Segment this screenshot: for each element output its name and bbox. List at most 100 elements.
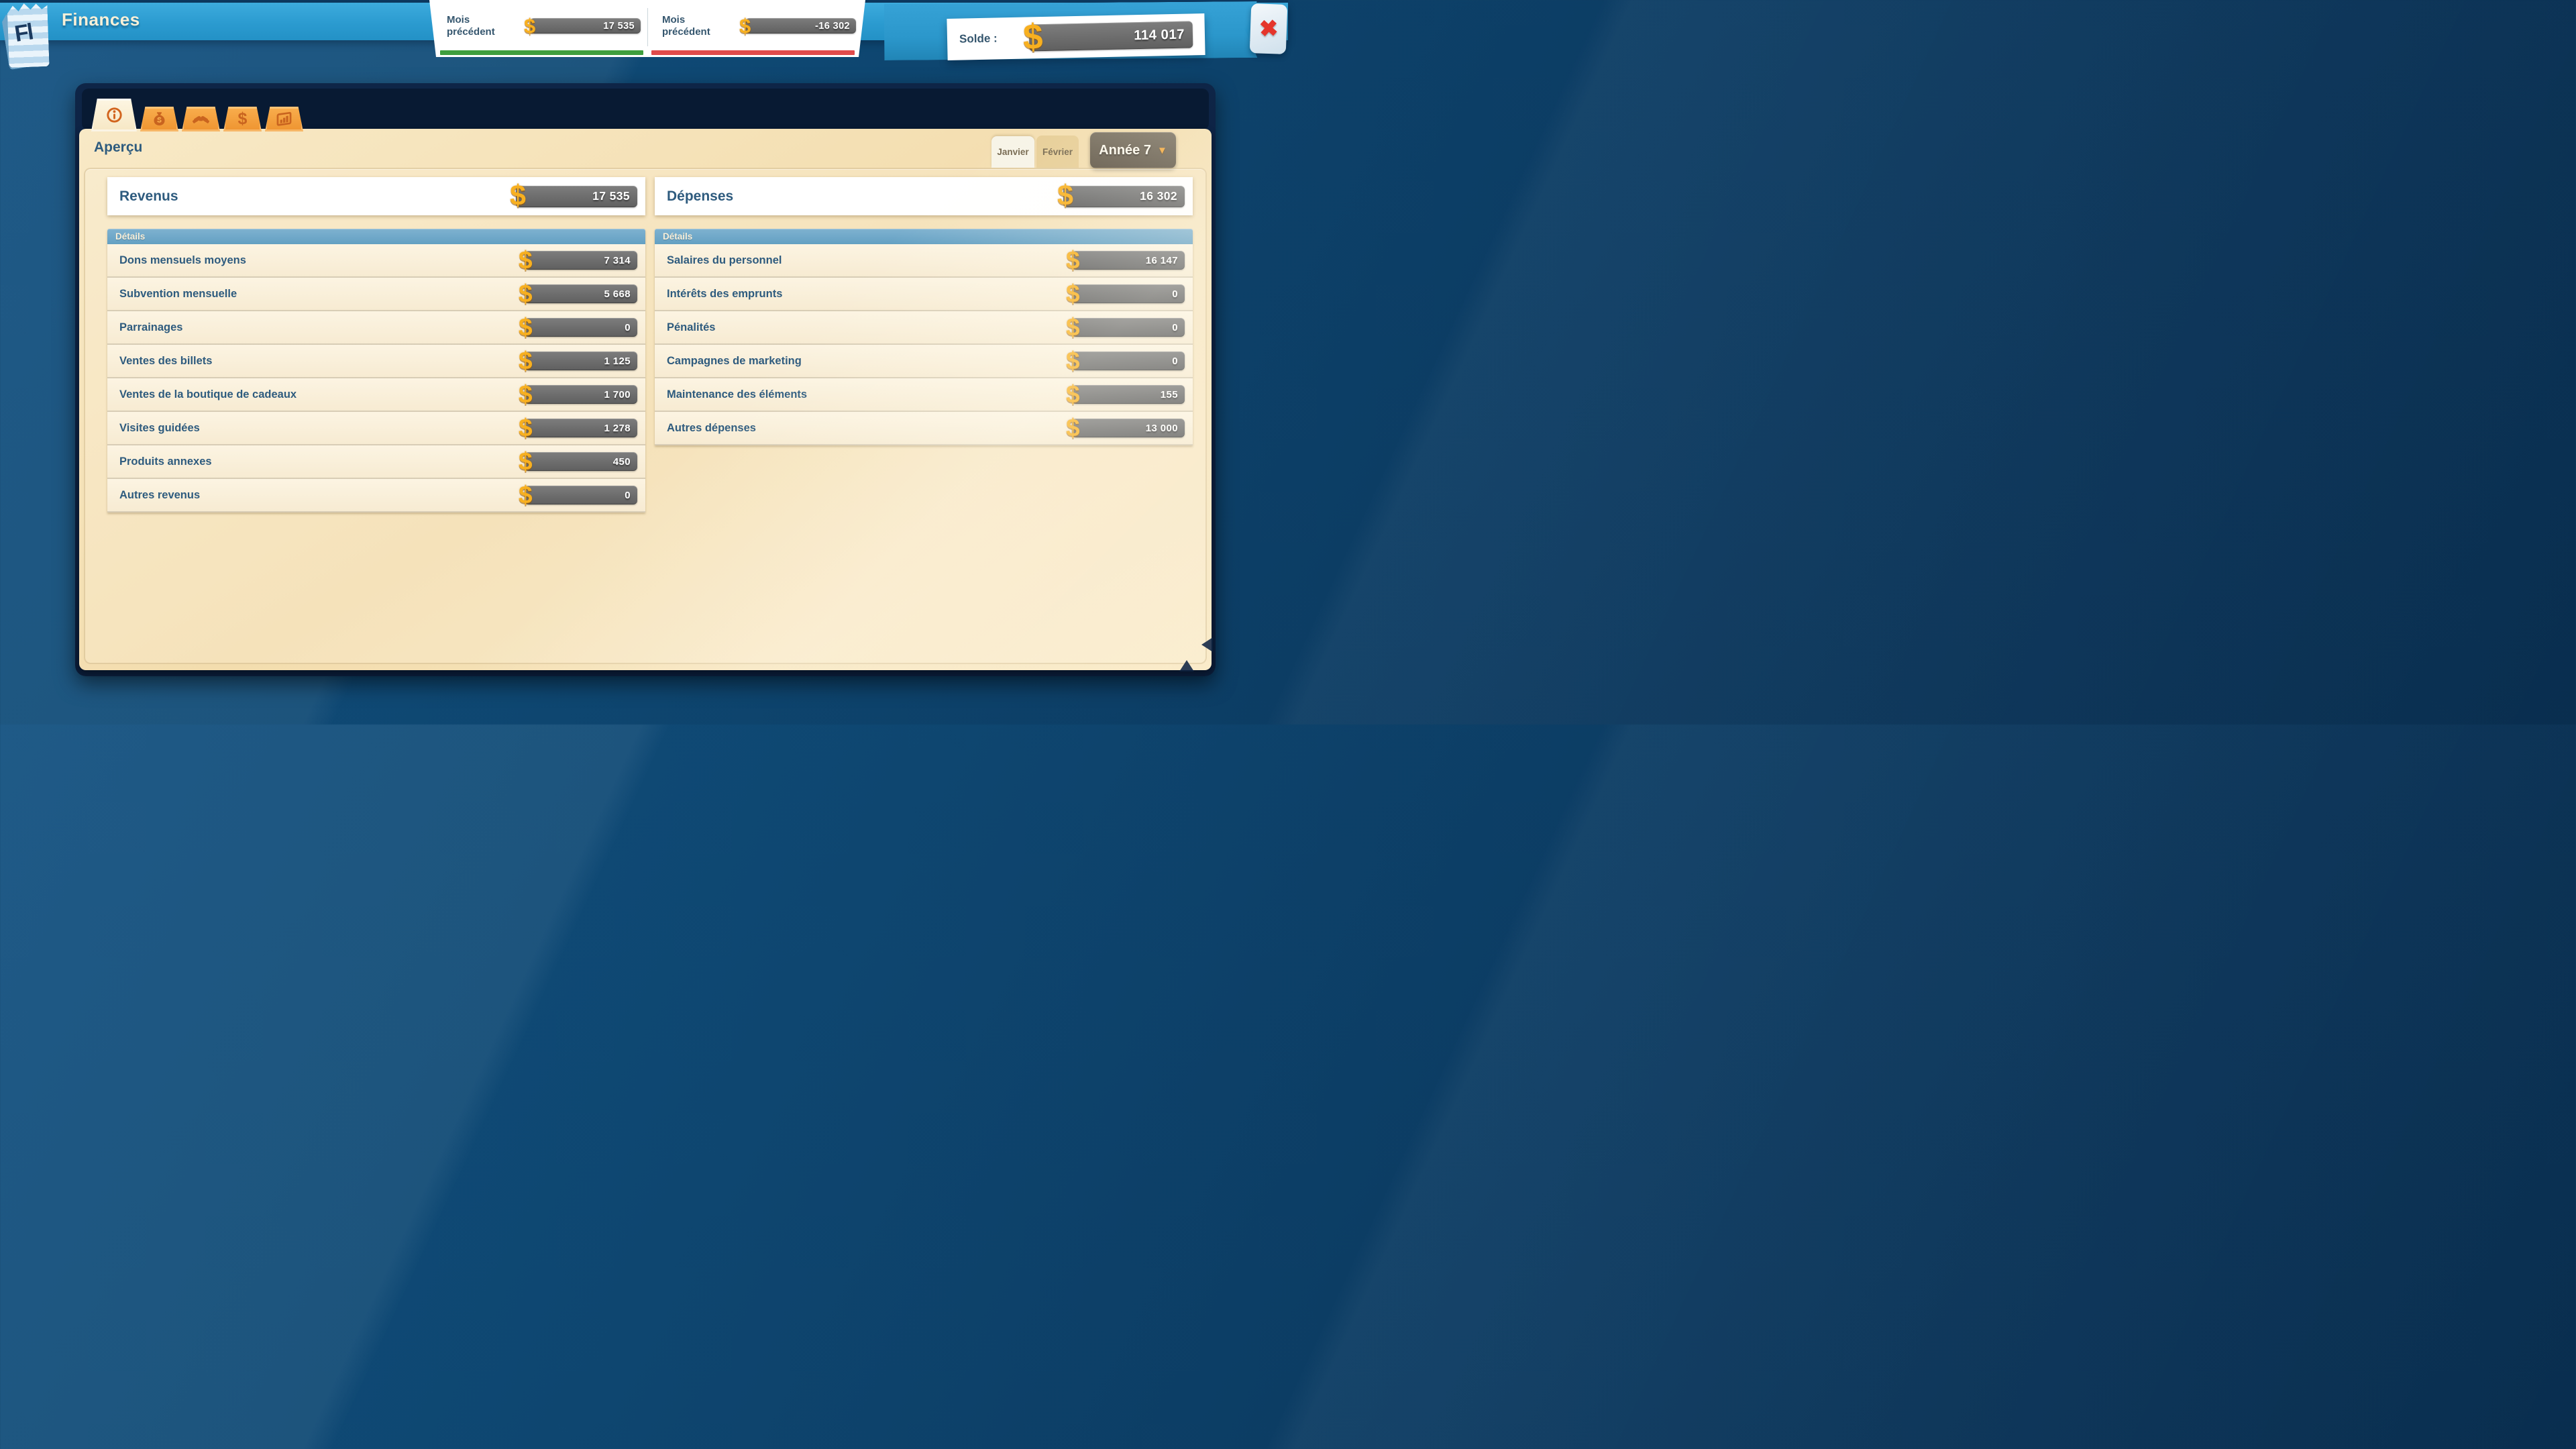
expenses-total-value: 16 302 (1140, 189, 1177, 203)
tab-handshake[interactable] (182, 107, 220, 131)
expense-indicator-bar (651, 50, 855, 55)
table-row: Pénalités $0 (655, 311, 1193, 345)
moneybag-icon (151, 111, 168, 127)
dollar-icon: $ (1066, 315, 1080, 339)
table-row: Salaires du personnel $16 147 (655, 244, 1193, 278)
divider (647, 8, 648, 46)
month-tab-fevrier-label: Février (1042, 147, 1073, 157)
dollar-icon: $ (1066, 382, 1080, 407)
table-row: Produits annexes $450 (107, 445, 645, 479)
chart-icon (275, 110, 293, 128)
expenses-title: Dépenses (667, 189, 733, 205)
value-badge: $1 125 (525, 352, 637, 370)
revenues-header-card: Revenus $ 17 535 (107, 177, 645, 215)
value-badge: $7 314 (525, 251, 637, 270)
panel-edge-notch (1179, 660, 1194, 672)
table-row: Subvention mensuelle $5 668 (107, 278, 645, 311)
info-icon (105, 106, 123, 124)
revenues-total-badge: $ 17 535 (516, 186, 637, 207)
dollar-icon: $ (1057, 181, 1073, 210)
value-badge: $1 278 (525, 419, 637, 437)
value-badge: $0 (1072, 284, 1185, 303)
dollar-icon: $ (519, 248, 533, 272)
month-tab-janvier-label: Janvier (997, 147, 1028, 157)
dollar-icon: $ (519, 281, 533, 306)
previous-month-income: Mois précédent $ 17 535 (429, 0, 650, 57)
year-dropdown-label: Année 7 (1099, 143, 1151, 158)
table-row: Dons mensuels moyens $7 314 (107, 244, 645, 278)
dollar-icon: $ (1066, 281, 1080, 306)
previous-month-income-badge: $ 17 535 (530, 18, 641, 34)
revenues-details-header: Détails (107, 229, 645, 244)
month-tab-janvier[interactable]: Janvier (991, 136, 1034, 168)
tab-moneybag[interactable] (140, 107, 178, 131)
value-badge: $0 (1072, 352, 1185, 370)
previous-month-expense-value: -16 302 (815, 21, 850, 32)
balance-panel: Solde : $ 114 017 (947, 13, 1205, 60)
dollar-icon: $ (519, 482, 533, 507)
dollar-icon: $ (519, 315, 533, 339)
close-button[interactable]: ✖ (1250, 3, 1288, 54)
year-dropdown-button[interactable]: Année 7 ▼ (1090, 132, 1176, 168)
dollar-icon: $ (519, 415, 533, 440)
finances-icon: Fl (7, 2, 49, 68)
balance-badge: $ 114 017 (1029, 21, 1193, 51)
revenues-title: Revenus (119, 189, 178, 205)
previous-month-expense-label: Mois précédent (662, 14, 727, 38)
previous-month-expense: Mois précédent $ -16 302 (650, 0, 865, 57)
tab-dollar[interactable]: $ (223, 107, 262, 131)
dollar-icon: $ (524, 15, 535, 36)
table-row: Autres revenus $0 (107, 479, 645, 513)
value-badge: $16 147 (1072, 251, 1185, 270)
expenses-header-card: Dépenses $ 16 302 (655, 177, 1193, 215)
expenses-total-badge: $ 16 302 (1063, 186, 1185, 207)
previous-month-expense-badge: $ -16 302 (745, 18, 856, 34)
panel-edge-notch (1201, 637, 1213, 652)
dollar-icon: $ (1066, 248, 1080, 272)
previous-month-income-label: Mois précédent (447, 14, 511, 38)
revenues-table: Dons mensuels moyens $7 314 Subvention m… (107, 244, 645, 513)
expenses-column: Dépenses $ 16 302 Détails Salaires du pe… (655, 177, 1193, 445)
chevron-down-icon: ▼ (1157, 145, 1167, 156)
income-indicator-bar (440, 50, 643, 55)
value-badge: $0 (1072, 318, 1185, 337)
handshake-icon (192, 110, 210, 128)
table-row: Campagnes de marketing $0 (655, 345, 1193, 378)
dollar-icon: $ (1022, 19, 1043, 55)
dollar-icon: $ (519, 348, 533, 373)
table-row: Parrainages $0 (107, 311, 645, 345)
expenses-table: Salaires du personnel $16 147 Intérêts d… (655, 244, 1193, 445)
dollar-icon: $ (238, 111, 248, 127)
table-row: Autres dépenses $13 000 (655, 412, 1193, 445)
value-badge: $0 (525, 486, 637, 504)
value-badge: $5 668 (525, 284, 637, 303)
balance-value: 114 017 (1134, 27, 1185, 44)
table-row: Intérêts des emprunts $0 (655, 278, 1193, 311)
dollar-icon: $ (1066, 348, 1080, 373)
close-icon: ✖ (1258, 17, 1279, 40)
dollar-icon: $ (519, 382, 533, 407)
tab-chart[interactable] (265, 107, 303, 131)
value-badge: $155 (1072, 385, 1185, 404)
page-title: Finances (62, 9, 140, 30)
tab-bar: $ (91, 99, 303, 131)
value-badge: $13 000 (1072, 419, 1185, 437)
previous-month-summary-panel: Mois précédent $ 17 535 Mois précédent $… (429, 0, 865, 57)
previous-month-income-value: 17 535 (603, 21, 635, 32)
dollar-icon: $ (519, 449, 533, 474)
balance-label: Solde : (959, 32, 998, 46)
expenses-details-header: Détails (655, 229, 1193, 244)
revenues-column: Revenus $ 17 535 Détails Dons mensuels m… (107, 177, 645, 513)
value-badge: $0 (525, 318, 637, 337)
table-row: Ventes de la boutique de cadeaux $1 700 (107, 378, 645, 412)
overview-panel: Aperçu Janvier Février Année 7 ▼ Revenus… (79, 129, 1212, 670)
tab-overview[interactable] (91, 99, 137, 131)
dollar-icon: $ (1066, 415, 1080, 440)
table-row: Maintenance des éléments $155 (655, 378, 1193, 412)
dollar-icon: $ (739, 15, 751, 36)
value-badge: $1 700 (525, 385, 637, 404)
month-tab-fevrier[interactable]: Février (1036, 136, 1079, 168)
section-title: Aperçu (94, 140, 142, 156)
value-badge: $450 (525, 452, 637, 471)
table-row: Visites guidées $1 278 (107, 412, 645, 445)
